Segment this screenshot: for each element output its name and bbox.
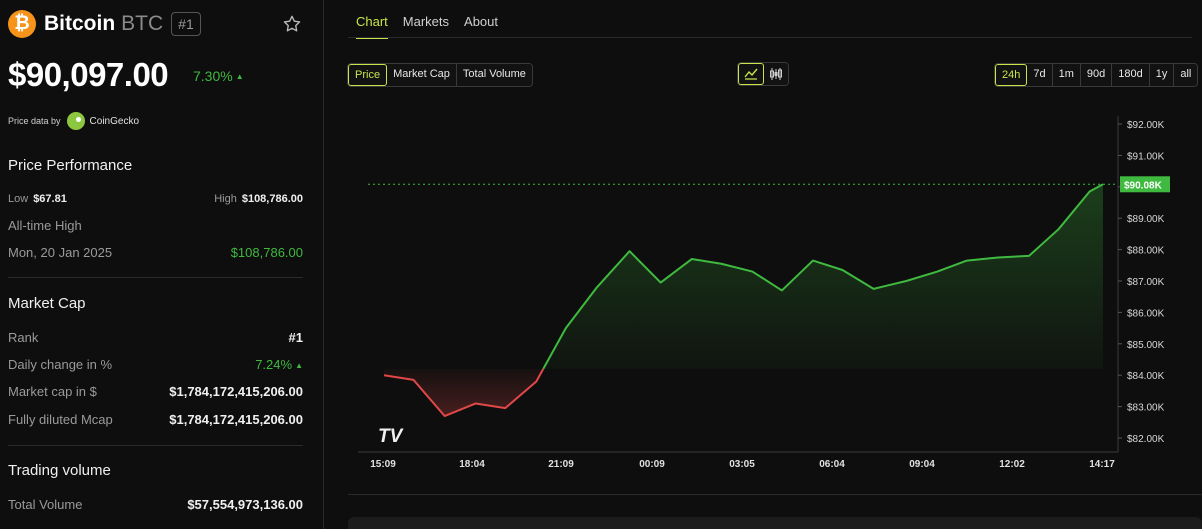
y-tick-label: $82.00K xyxy=(1127,434,1165,445)
tab-chart[interactable]: Chart xyxy=(356,14,388,39)
price-data-provider[interactable]: CoinGecko xyxy=(90,116,139,127)
low-value: $67.81 xyxy=(33,193,67,205)
y-tick-label: $91.00K xyxy=(1127,151,1165,162)
ath-value: $108,786.00 xyxy=(230,245,303,260)
range-180d-button[interactable]: 180d xyxy=(1112,64,1150,86)
price-data-label: Price data by xyxy=(8,116,61,126)
fdv-label: Fully diluted Mcap xyxy=(8,412,113,427)
tab-bar: Chart Markets About xyxy=(356,14,498,39)
section-title-market-cap: Market Cap xyxy=(8,295,86,312)
market-cap-label: Market cap in $ xyxy=(8,384,97,399)
tab-about[interactable]: About xyxy=(464,14,498,39)
daily-change-value: 7.24% ▲ xyxy=(255,357,303,372)
market-cap-row: Market cap in $ $1,784,172,415,206.00 xyxy=(8,384,303,399)
range-all-button[interactable]: all xyxy=(1174,64,1198,86)
range-7d-button[interactable]: 7d xyxy=(1027,64,1053,86)
chart-type-price-button[interactable]: Price xyxy=(348,64,388,86)
coin-info-panel: ₿ Bitcoin BTC #1 $90,097.00 7.30% ▲ Price… xyxy=(0,0,324,529)
ath-label-row: All-time High xyxy=(8,218,303,233)
time-range-selector: 24h 7d 1m 90d 180d 1y all xyxy=(994,63,1199,87)
y-tick-label: $83.00K xyxy=(1127,403,1165,414)
coin-header: ₿ Bitcoin BTC #1 xyxy=(8,10,201,38)
y-tick-label: $84.00K xyxy=(1127,371,1165,382)
coingecko-logo-icon[interactable] xyxy=(66,112,85,130)
fdv-value: $1,784,172,415,206.00 xyxy=(169,412,303,427)
bottom-panel xyxy=(348,517,1202,529)
chart-type-market-cap-button[interactable]: Market Cap xyxy=(387,64,457,86)
tab-markets[interactable]: Markets xyxy=(403,14,449,39)
x-tick-label: 14:17 xyxy=(1089,459,1115,470)
x-tick-label: 03:05 xyxy=(729,459,755,470)
x-tick-label: 00:09 xyxy=(639,459,665,470)
chart-view-selector xyxy=(737,62,789,86)
y-tick-label: $86.00K xyxy=(1127,308,1165,319)
coin-name: Bitcoin xyxy=(44,12,116,35)
up-arrow-icon: ▲ xyxy=(295,361,303,370)
high-value: $108,786.00 xyxy=(241,193,303,205)
line-chart-icon xyxy=(744,68,758,80)
y-tick-label: $87.00K xyxy=(1127,277,1165,288)
market-cap-value: $1,784,172,415,206.00 xyxy=(169,384,303,399)
tab-divider xyxy=(348,37,1192,38)
daily-change-percent: 7.24% xyxy=(255,357,293,372)
section-title-price-performance: Price Performance xyxy=(8,157,133,174)
line-chart-button[interactable] xyxy=(738,63,764,85)
divider xyxy=(8,445,303,446)
rank-badge: #1 xyxy=(171,12,201,36)
total-volume-value: $57,554,973,136.00 xyxy=(187,497,303,512)
x-tick-label: 09:04 xyxy=(909,459,935,470)
x-tick-label: 15:09 xyxy=(370,459,396,470)
range-1m-button[interactable]: 1m xyxy=(1052,64,1081,86)
price-chart[interactable]: $92.00K$91.00K$90.00K$89.00K$88.00K$87.0… xyxy=(348,110,1202,480)
price-data-source: Price data by CoinGecko xyxy=(8,112,139,130)
coin-symbol: BTC xyxy=(121,12,164,35)
y-tick-label: $92.00K xyxy=(1127,120,1165,131)
current-price: $90,097.00 xyxy=(8,56,169,93)
y-tick-label: $85.00K xyxy=(1127,340,1165,351)
ath-label: All-time High xyxy=(8,218,82,233)
x-tick-label: 21:09 xyxy=(548,459,574,470)
coin-page: ₿ Bitcoin BTC #1 $90,097.00 7.30% ▲ Price… xyxy=(0,0,1202,529)
divider xyxy=(348,494,1202,495)
low-label: Low xyxy=(8,193,29,205)
x-tick-label: 12:02 xyxy=(999,459,1025,470)
low-high-row: Low $67.81 High $108,786.00 xyxy=(8,193,303,205)
daily-change-row: Daily change in % 7.24% ▲ xyxy=(8,357,303,372)
section-title-trading-volume: Trading volume xyxy=(8,462,111,479)
rank-value: #1 xyxy=(288,330,303,345)
rank-row: Rank #1 xyxy=(8,330,303,345)
candlestick-button[interactable] xyxy=(764,63,788,85)
price-change-value: 7.30% xyxy=(193,68,233,84)
total-volume-label: Total Volume xyxy=(8,497,83,512)
ath-date: Mon, 20 Jan 2025 xyxy=(8,245,113,260)
last-price-label: $90.08K xyxy=(1124,180,1163,191)
tradingview-logo-icon: TV xyxy=(378,426,404,447)
high-label: High xyxy=(214,193,237,205)
divider xyxy=(8,277,303,278)
price-chart-svg[interactable]: $92.00K$91.00K$90.00K$89.00K$88.00K$87.0… xyxy=(348,110,1202,480)
rank-label: Rank xyxy=(8,330,39,345)
star-icon[interactable] xyxy=(282,14,302,34)
y-tick-label: $88.00K xyxy=(1127,246,1165,257)
range-1y-button[interactable]: 1y xyxy=(1149,64,1175,86)
bitcoin-logo-icon: ₿ xyxy=(8,10,36,38)
chart-type-selector: Price Market Cap Total Volume xyxy=(347,63,533,87)
range-24h-button[interactable]: 24h xyxy=(995,64,1028,86)
chart-type-volume-button[interactable]: Total Volume xyxy=(456,64,532,86)
area-fill-up xyxy=(543,184,1103,369)
candlestick-icon xyxy=(770,68,782,80)
price-change: 7.30% ▲ xyxy=(193,68,244,84)
daily-change-label: Daily change in % xyxy=(8,357,113,372)
up-arrow-icon: ▲ xyxy=(235,72,244,81)
y-tick-label: $89.00K xyxy=(1127,214,1165,225)
x-tick-label: 06:04 xyxy=(819,459,845,470)
x-tick-label: 18:04 xyxy=(459,459,485,470)
fdv-row: Fully diluted Mcap $1,784,172,415,206.00 xyxy=(8,412,303,427)
range-90d-button[interactable]: 90d xyxy=(1080,64,1113,86)
ath-row: Mon, 20 Jan 2025 $108,786.00 xyxy=(8,245,303,260)
total-volume-row: Total Volume $57,554,973,136.00 xyxy=(8,497,303,512)
